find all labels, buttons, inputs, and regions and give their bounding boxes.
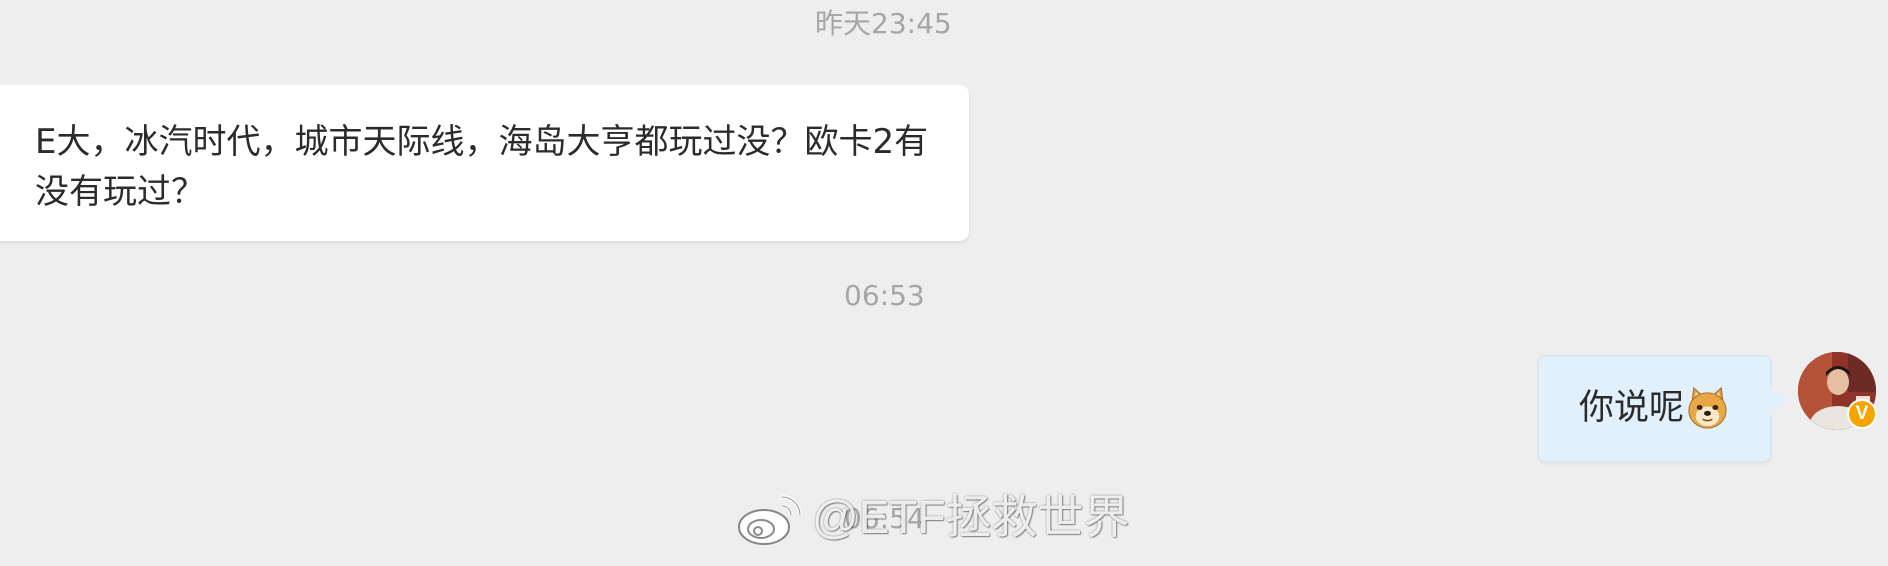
message-text: 你说呢: [1579, 388, 1685, 428]
message-text: E大，冰汽时代，城市天际线，海岛大亨都玩过没？欧卡2有没有玩过？: [35, 122, 929, 212]
doge-emoji-icon: [1688, 386, 1727, 429]
watermark-text: @ETF拯救世界: [812, 491, 1130, 543]
bubble-tail: [1770, 386, 1787, 416]
outgoing-message-bubble[interactable]: 你说呢: [1538, 355, 1787, 462]
message-timestamp: 06:53: [844, 279, 925, 312]
weibo-logo-icon: [738, 495, 802, 545]
incoming-message-bubble[interactable]: E大，冰汽时代，城市天际线，海岛大亨都玩过没？欧卡2有没有玩过？: [0, 85, 969, 241]
verified-badge-icon: V: [1847, 399, 1877, 429]
message-timestamp: 昨天23:45: [815, 7, 952, 40]
